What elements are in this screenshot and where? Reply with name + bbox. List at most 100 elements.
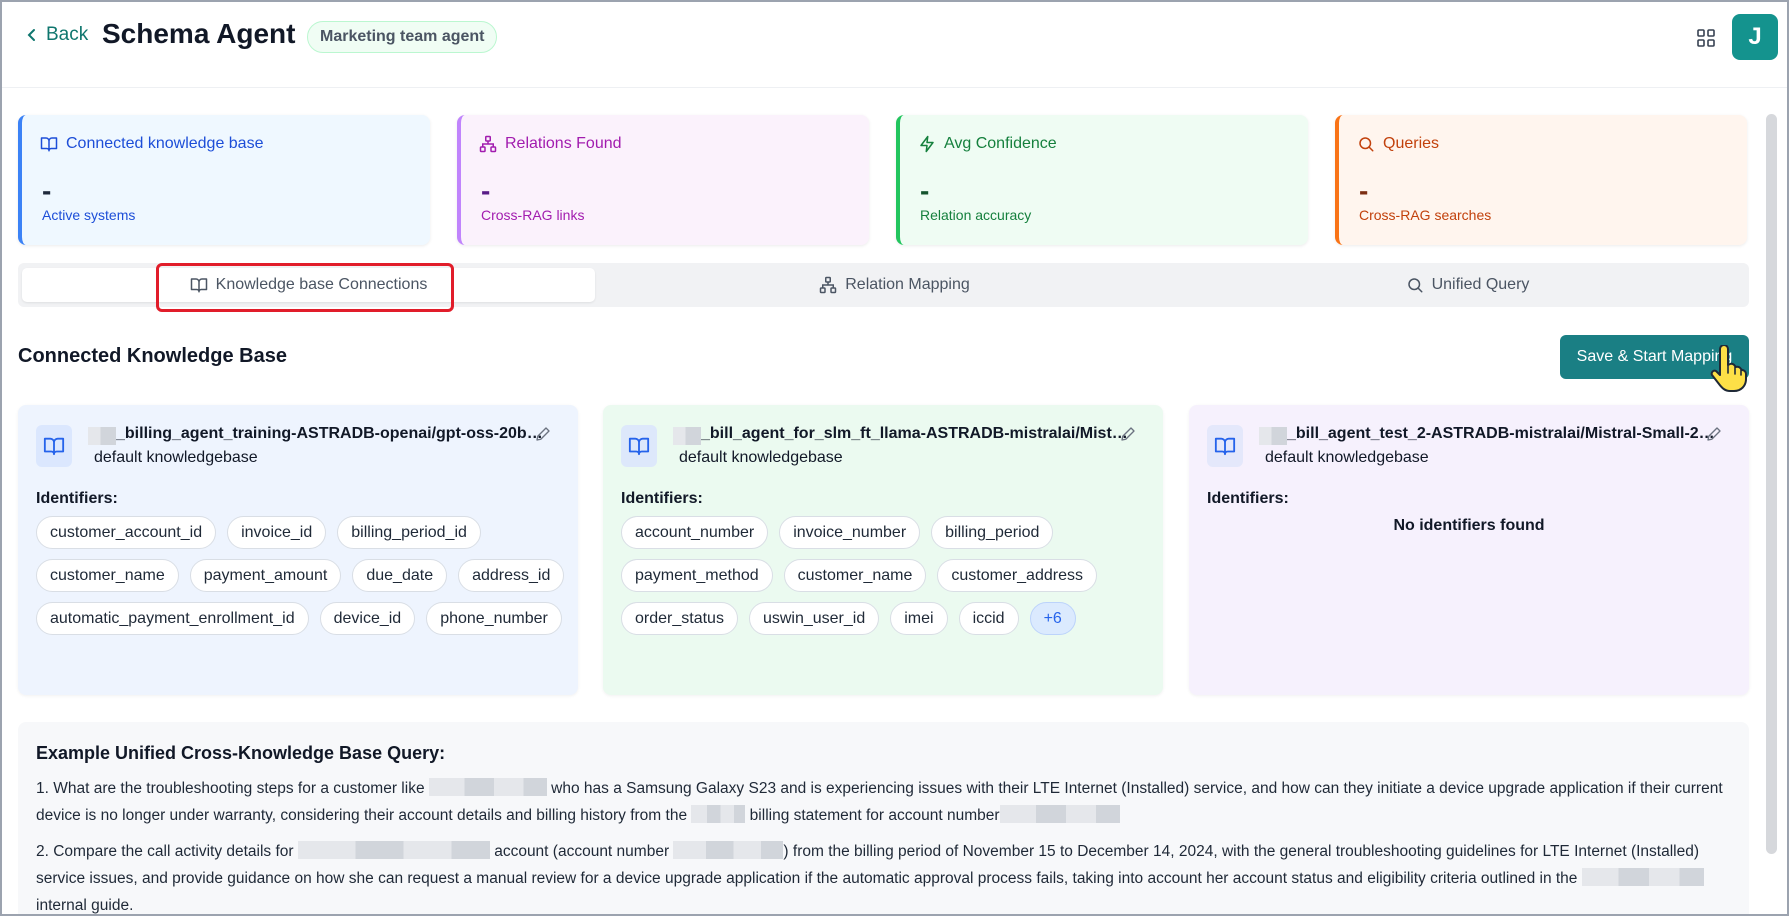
query-text: 1. What are the troubleshooting steps fo… xyxy=(36,780,429,797)
stat-value: - xyxy=(1359,175,1369,206)
book-open-icon xyxy=(40,137,58,152)
stat-subtitle: Cross-RAG searches xyxy=(1359,207,1492,223)
tab-label: Unified Query xyxy=(1431,276,1530,293)
tab-relation-mapping[interactable]: Relation Mapping xyxy=(608,268,1181,302)
identifier-chip[interactable]: phone_number xyxy=(426,602,562,635)
identifier-chip[interactable]: due_date xyxy=(352,559,448,592)
stat-card-header: Avg Confidence xyxy=(918,135,1057,153)
redacted-prefix xyxy=(88,427,116,445)
identifier-chip[interactable]: billing_period_id xyxy=(337,516,481,549)
example-title: Example Unified Cross-Knowledge Base Que… xyxy=(36,743,446,763)
example-query-2: 2. Compare the call activity details for… xyxy=(36,838,1736,914)
identifier-chip[interactable]: billing_period xyxy=(931,516,1054,549)
page-title: Schema Agent xyxy=(102,18,296,49)
identifier-chip[interactable]: payment_method xyxy=(621,559,773,592)
agent-tag-badge: Marketing team agent xyxy=(307,21,498,53)
identifier-chip[interactable]: invoice_id xyxy=(227,516,327,549)
redacted-text xyxy=(428,778,547,796)
tab-unified-query[interactable]: Unified Query xyxy=(1181,268,1754,302)
kb-icon-box xyxy=(36,425,72,467)
query-text: billing statement for account number xyxy=(745,807,1000,824)
identifier-chip[interactable]: customer_name xyxy=(36,559,179,592)
chevron-left-icon xyxy=(27,29,35,41)
stat-value: - xyxy=(42,175,52,206)
tab-label: Relation Mapping xyxy=(845,276,970,293)
identifier-chip[interactable]: automatic_payment_enrollment_id xyxy=(36,602,309,635)
zap-icon xyxy=(920,135,934,153)
tab-bar: Knowledge base Connections Relation Mapp… xyxy=(18,263,1749,307)
edit-pencil-icon[interactable] xyxy=(1705,425,1723,443)
stat-card-connected-kb: Connected knowledge base - Active system… xyxy=(18,115,430,245)
identifier-chip[interactable]: customer_address xyxy=(937,559,1097,592)
edit-pencil-icon[interactable] xyxy=(534,425,552,443)
edit-pencil-icon[interactable] xyxy=(1119,425,1137,443)
identifier-chip[interactable]: order_status xyxy=(621,602,738,635)
kb-icon-box xyxy=(621,425,657,467)
identifiers-label: Identifiers: xyxy=(1207,490,1289,507)
no-identifiers-text: No identifiers found xyxy=(1393,517,1545,534)
identifier-chip[interactable]: device_id xyxy=(319,602,416,635)
query-text: internal guide. xyxy=(36,897,134,914)
redacted-text xyxy=(999,805,1120,823)
tab-label: Knowledge base Connections xyxy=(215,276,428,293)
example-query-1: 1. What are the troubleshooting steps fo… xyxy=(36,775,1736,829)
kb-description: default knowledgebase xyxy=(1265,449,1429,466)
stat-card-header: Queries xyxy=(1357,135,1439,153)
stat-card-relations: Relations Found - Cross-RAG links xyxy=(457,115,869,245)
identifier-chip[interactable]: customer_name xyxy=(783,559,927,592)
identifiers-label: Identifiers: xyxy=(621,490,703,507)
back-button[interactable]: Back xyxy=(24,24,88,46)
stat-card-queries: Queries - Cross-RAG searches xyxy=(1335,115,1747,245)
redacted-prefix xyxy=(1259,427,1287,445)
redacted-text xyxy=(673,841,784,859)
kb-name: _bill_agent_for_slm_ft_llama-ASTRADB-mis… xyxy=(701,425,1131,442)
stat-subtitle: Relation accuracy xyxy=(920,207,1032,223)
tab-knowledge-base-connections[interactable]: Knowledge base Connections xyxy=(22,268,595,302)
stat-subtitle: Cross-RAG links xyxy=(481,207,585,223)
search-icon xyxy=(1407,278,1423,293)
book-open-icon xyxy=(628,437,650,456)
stat-label: Relations Found xyxy=(505,135,622,152)
section-title: Connected Knowledge Base xyxy=(18,345,287,367)
redacted-text xyxy=(1581,868,1704,886)
identifier-chip[interactable]: customer_account_id xyxy=(36,516,217,549)
identifier-chips: account_number invoice_number billing_pe… xyxy=(621,516,1151,635)
page-header: Back Schema Agent Marketing team agent J xyxy=(2,2,1787,88)
book-open-icon xyxy=(43,437,65,456)
more-identifiers-chip[interactable]: +6 xyxy=(1029,602,1076,635)
identifiers-label: Identifiers: xyxy=(36,490,118,507)
stat-value: - xyxy=(920,175,930,206)
kb-card: _bill_agent_test_2-ASTRADB-mistralai/Mis… xyxy=(1189,405,1749,695)
apps-grid-icon[interactable] xyxy=(1696,28,1716,48)
query-text: account (account number xyxy=(489,843,674,860)
identifier-chip[interactable]: invoice_number xyxy=(779,516,921,549)
kb-name: _bill_agent_test_2-ASTRADB-mistralai/Mis… xyxy=(1287,425,1717,442)
stat-label: Queries xyxy=(1383,135,1440,152)
pointer-hand-icon xyxy=(1710,345,1747,392)
identifier-chip[interactable]: uswin_user_id xyxy=(748,602,880,635)
book-open-icon xyxy=(1214,437,1236,456)
identifier-chip[interactable]: account_number xyxy=(621,516,769,549)
example-query-panel: Example Unified Cross-Knowledge Base Que… xyxy=(18,722,1749,914)
kb-description: default knowledgebase xyxy=(94,449,258,466)
stat-subtitle: Active systems xyxy=(42,207,136,223)
query-text: 2. Compare the call activity details for xyxy=(36,843,298,860)
kb-name: _billing_agent_training-ASTRADB-openai/g… xyxy=(116,425,546,442)
identifier-chip[interactable]: address_id xyxy=(458,559,565,592)
redacted-prefix xyxy=(673,427,701,445)
stat-value: - xyxy=(481,175,491,206)
identifier-chip[interactable]: payment_amount xyxy=(189,559,342,592)
kb-icon-box xyxy=(1207,425,1243,467)
stat-card-confidence: Avg Confidence - Relation accuracy xyxy=(896,115,1308,245)
kb-card: _billing_agent_training-ASTRADB-openai/g… xyxy=(18,405,578,695)
identifier-chips: customer_account_id invoice_id billing_p… xyxy=(36,516,566,635)
stat-label: Avg Confidence xyxy=(944,135,1057,152)
identifier-chip[interactable]: imei xyxy=(890,602,948,635)
user-avatar[interactable]: J xyxy=(1732,14,1778,60)
redacted-text xyxy=(691,805,746,823)
book-open-icon xyxy=(190,278,207,293)
identifier-chip[interactable]: iccid xyxy=(958,602,1019,635)
kb-card: _bill_agent_for_slm_ft_llama-ASTRADB-mis… xyxy=(603,405,1163,695)
stat-card-header: Connected knowledge base xyxy=(40,135,263,153)
vertical-scrollbar[interactable] xyxy=(1766,114,1777,854)
